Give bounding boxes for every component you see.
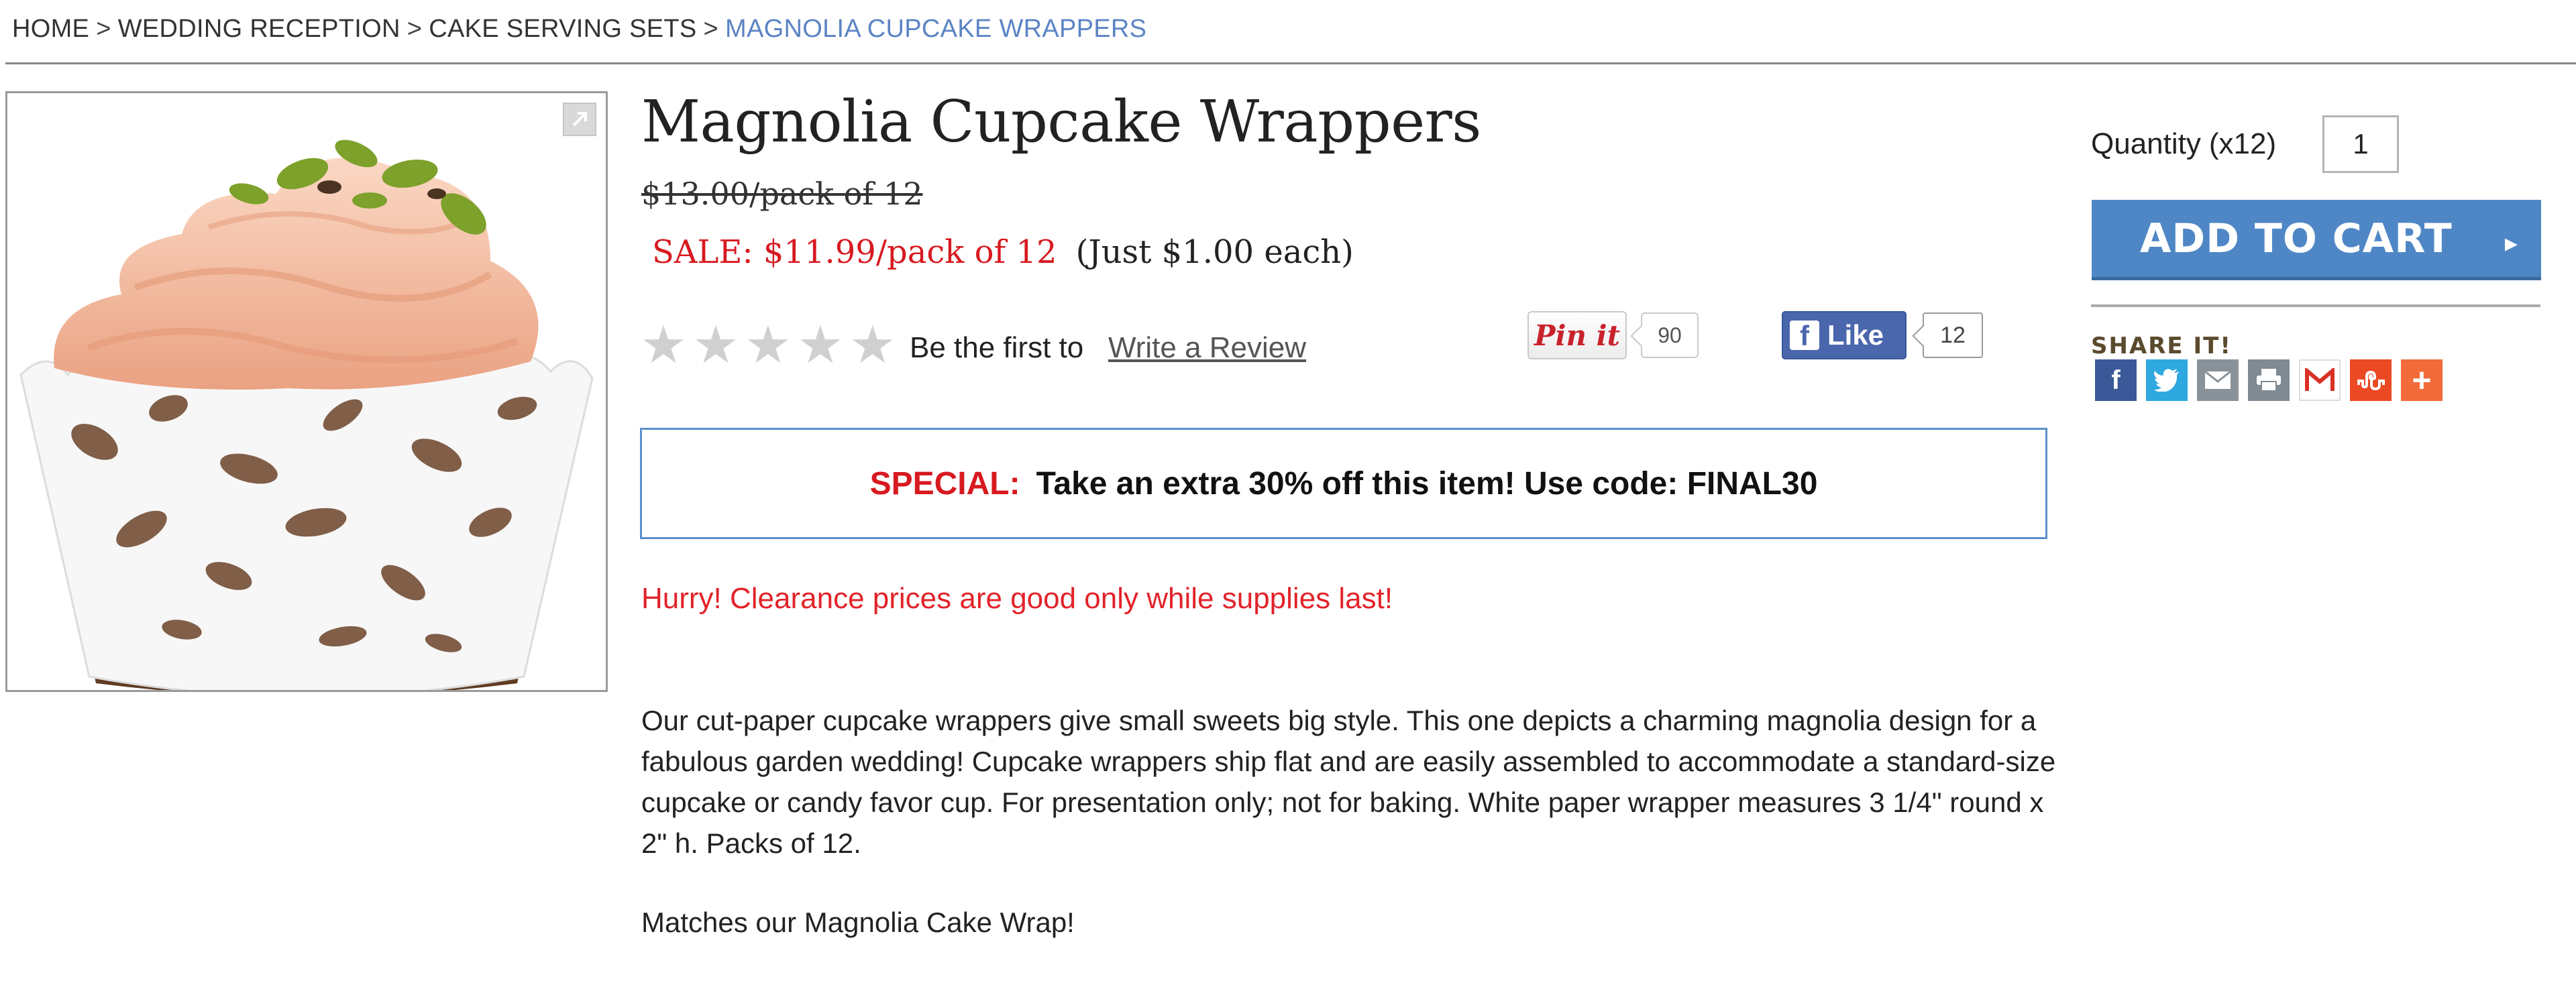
gmail-icon[interactable] <box>2299 359 2341 401</box>
add-to-cart-label: ADD TO CART <box>2140 215 2453 262</box>
cupcake-image <box>19 139 594 690</box>
product-image[interactable] <box>5 91 608 692</box>
pin-count: 90 <box>1630 312 1699 358</box>
rating-stars[interactable]: ★ ★ ★ ★ ★ <box>640 318 896 371</box>
print-icon[interactable] <box>2248 359 2290 401</box>
count-bubble-arrow <box>1630 325 1652 347</box>
pin-count-value: 90 <box>1658 323 1682 347</box>
breadcrumb-current: MAGNOLIA CUPCAKE WRAPPERS <box>725 15 1147 43</box>
breadcrumb-cake-serving-sets[interactable]: CAKE SERVING SETS <box>429 15 696 43</box>
product-title: Magnolia Cupcake Wrappers <box>641 89 1481 156</box>
sale-price: SALE: $11.99/pack of 12 <box>652 233 1057 271</box>
breadcrumb-home[interactable]: HOME <box>12 15 89 43</box>
sale-price-row: SALE: $11.99/pack of 12 (Just $1.00 each) <box>652 233 1354 271</box>
pinterest-pin-button[interactable]: Pin it <box>1527 311 1627 359</box>
clearance-notice: Hurry! Clearance prices are good only wh… <box>641 582 1393 615</box>
matches-note: Matches our Magnolia Cake Wrap! <box>641 907 1075 938</box>
more-icon[interactable]: + <box>2401 359 2443 401</box>
review-prompt: Be the first to <box>910 331 1084 364</box>
quantity-label: Quantity (x12) <box>2091 127 2276 161</box>
count-bubble-arrow <box>1912 325 1933 347</box>
special-label: SPECIAL: <box>869 465 1020 502</box>
description-text: Our cut-paper cupcake wrappers give smal… <box>641 705 2056 859</box>
special-text: Take an extra 30% off this item! Use cod… <box>1036 465 1818 502</box>
facebook-like-label: Like <box>1827 319 1884 351</box>
add-to-cart-button[interactable]: ADD TO CART ▸ <box>2092 200 2541 280</box>
breadcrumb-separator: > <box>703 15 719 43</box>
star-icon[interactable]: ★ <box>797 318 844 371</box>
facebook-icon[interactable]: f <box>2095 359 2137 401</box>
star-icon[interactable]: ★ <box>640 318 687 371</box>
email-icon[interactable] <box>2197 359 2239 401</box>
breadcrumb-separator: > <box>407 15 423 43</box>
star-icon[interactable]: ★ <box>849 318 896 371</box>
share-divider <box>2091 304 2540 307</box>
product-description: Our cut-paper cupcake wrappers give smal… <box>641 700 2077 864</box>
breadcrumb: HOME > WEDDING RECEPTION > CAKE SERVING SETS… <box>12 15 1146 44</box>
share-label: SHARE IT! <box>2091 333 2232 359</box>
facebook-like-button[interactable]: f Like <box>1782 311 1907 359</box>
quantity-unit: (x12) <box>2208 127 2277 160</box>
quantity-label-text: Quantity <box>2091 127 2201 160</box>
facebook-icon: f <box>1790 321 1819 350</box>
quantity-input[interactable] <box>2322 115 2399 173</box>
stumbleupon-icon[interactable] <box>2350 359 2392 401</box>
unit-price: (Just $1.00 each) <box>1075 233 1354 271</box>
header-divider <box>5 62 2576 64</box>
star-icon[interactable]: ★ <box>692 318 739 371</box>
like-count-value: 12 <box>1940 322 1966 348</box>
chevron-right-icon: ▸ <box>2504 228 2518 257</box>
share-icons: f + <box>2095 359 2443 401</box>
write-review-link[interactable]: Write a Review <box>1108 331 1306 365</box>
expand-image-icon[interactable] <box>563 103 596 136</box>
breadcrumb-wedding-reception[interactable]: WEDDING RECEPTION <box>118 15 400 43</box>
star-icon[interactable]: ★ <box>745 318 792 371</box>
like-count: 12 <box>1912 312 1983 358</box>
twitter-icon[interactable] <box>2146 359 2188 401</box>
breadcrumb-separator: > <box>96 15 111 43</box>
original-price: $13.00/pack of 12 <box>641 176 923 212</box>
special-offer-box: SPECIAL: Take an extra 30% off this item… <box>640 428 2047 539</box>
